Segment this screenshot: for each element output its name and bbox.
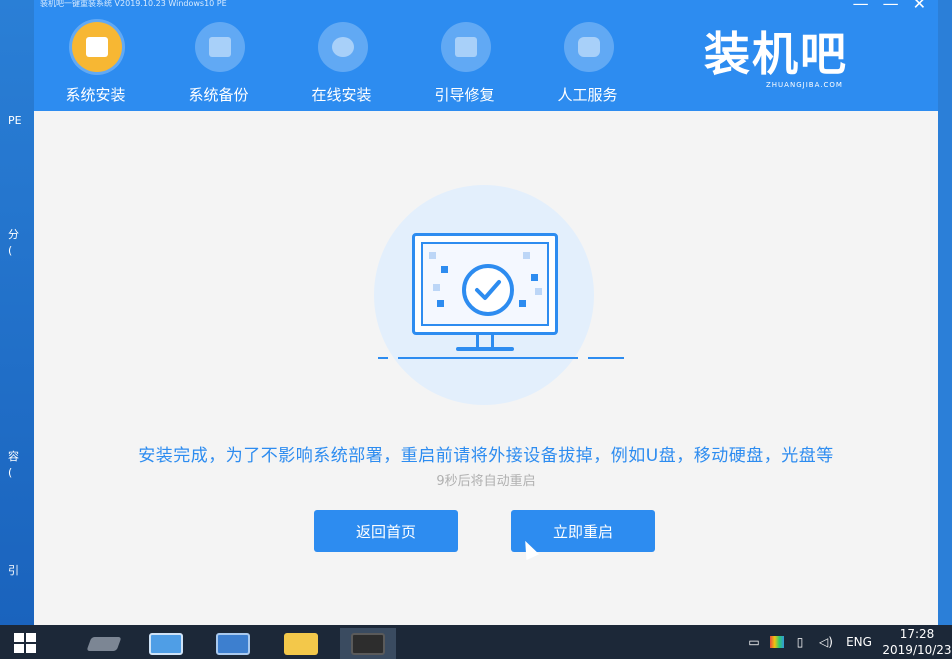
window-controls: — — ✕: [853, 0, 926, 13]
usb-tray-icon[interactable]: ▯: [790, 634, 810, 650]
checkmark-icon: [462, 264, 514, 316]
nav-manual-service[interactable]: 人工服务: [526, 14, 649, 106]
chat-icon: [564, 22, 614, 72]
desktop-label: (: [8, 466, 13, 479]
clock-date: 2019/10/23: [882, 643, 952, 657]
zhuangjiba-app-icon: [351, 632, 385, 655]
ground-line: [378, 357, 388, 359]
monitor-base: [456, 347, 514, 351]
complete-message: 安装完成，为了不影响系统部署，重启前请将外接设备拔掉，例如U盘，移动硬盘，光盘等: [138, 446, 834, 466]
language-indicator[interactable]: ENG: [842, 634, 876, 650]
taskbar: ▭ ▯ ◁) ENG 17:28 2019/10/23: [0, 625, 952, 659]
taskbar-network-app[interactable]: [205, 628, 261, 659]
logo-text: 装机吧: [704, 27, 848, 81]
nav-label: 系统安装: [65, 86, 126, 104]
main-nav: 系统安装 系统备份 在线安装 引导修复 人工服务: [34, 14, 649, 106]
taskbar-installer-app[interactable]: [340, 628, 396, 659]
toolbox-icon: [441, 22, 491, 72]
nav-system-install[interactable]: 系统安装: [34, 14, 157, 106]
desktop-label: 容: [8, 450, 19, 463]
monitor-icon: [412, 233, 558, 335]
taskbar-pc-app[interactable]: [138, 628, 194, 659]
network-tray-icon[interactable]: ▭: [744, 634, 764, 650]
window-title: 装机吧一键重装系统 V2019.10.23 Windows10 PE: [40, 0, 227, 8]
ground-line: [398, 357, 578, 359]
installer-window: 装机吧一键重装系统 V2019.10.23 Windows10 PE — — ✕…: [34, 0, 938, 625]
app-header: 装机吧一键重装系统 V2019.10.23 Windows10 PE — — ✕…: [34, 0, 938, 111]
nav-system-backup[interactable]: 系统备份: [157, 14, 280, 106]
computer-icon: [149, 632, 183, 655]
download-icon: [318, 22, 368, 72]
close-button[interactable]: ✕: [913, 0, 926, 13]
desktop-label: 引: [8, 564, 19, 577]
minimize-button[interactable]: —: [853, 0, 869, 13]
desktop-left-edge: PE 分 ( 容 ( 引: [0, 0, 34, 625]
restart-countdown: 9秒后将自动重启: [436, 474, 536, 489]
desktop-label: 分: [8, 228, 19, 241]
network-icon: [216, 632, 250, 655]
hard-drive-icon: [86, 636, 122, 651]
nav-label: 在线安装: [311, 86, 372, 104]
taskbar-disk-app[interactable]: [76, 628, 132, 659]
desktop-right-edge: [938, 0, 952, 625]
nav-label: 人工服务: [557, 86, 618, 104]
volume-icon[interactable]: ◁): [816, 634, 836, 650]
complete-illustration: [374, 185, 624, 405]
nav-label: 引导修复: [434, 86, 495, 104]
taskbar-folder-app[interactable]: [273, 628, 329, 659]
folder-icon: [284, 632, 318, 655]
nav-online-install[interactable]: 在线安装: [280, 14, 403, 106]
taskbar-clock[interactable]: 17:28 2019/10/23: [882, 626, 952, 658]
clock-time: 17:28: [899, 627, 935, 641]
color-tray-icon[interactable]: [770, 636, 784, 648]
backup-icon: [195, 22, 245, 72]
back-home-button[interactable]: 返回首页: [314, 510, 458, 552]
maximize-button[interactable]: —: [883, 0, 899, 13]
logo-url: ZHUANGJIBA.COM: [766, 81, 843, 89]
brand-logo: 装机吧 ZHUANGJIBA.COM: [704, 18, 894, 98]
desktop-label: (: [8, 244, 13, 257]
windows-start-icon[interactable]: [14, 633, 36, 653]
nav-boot-repair[interactable]: 引导修复: [403, 14, 526, 106]
ground-line: [588, 357, 624, 359]
nav-label: 系统备份: [188, 86, 249, 104]
desktop-label: PE: [8, 114, 22, 127]
system-install-icon: [72, 22, 122, 72]
system-tray: ▭ ▯ ◁) ENG 17:28 2019/10/23: [744, 625, 952, 659]
